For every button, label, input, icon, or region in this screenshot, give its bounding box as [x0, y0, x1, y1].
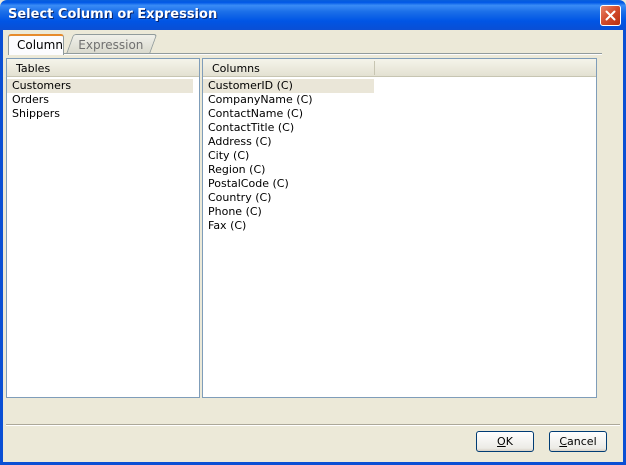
columns-header[interactable]: Columns [203, 59, 596, 77]
window-title: Select Column or Expression [8, 7, 218, 22]
window-frame [0, 30, 3, 465]
columns-header-label: Columns [212, 62, 260, 75]
column-list-item[interactable]: PostalCode (C) [203, 177, 596, 191]
cancel-button[interactable]: Cancel [549, 431, 607, 452]
close-button[interactable] [600, 5, 621, 26]
close-icon [605, 10, 616, 21]
column-list-item[interactable]: Fax (C) [203, 219, 596, 233]
footer-divider [6, 424, 620, 426]
tab-divider [8, 53, 602, 55]
column-list-item[interactable]: CustomerID (C) [203, 79, 374, 93]
tables-list-body: Customers Orders Shippers [7, 77, 199, 121]
ok-button-label: OK [497, 435, 513, 448]
ok-button[interactable]: OK [476, 431, 534, 452]
column-list-item[interactable]: Address (C) [203, 135, 596, 149]
column-list-item[interactable]: CompanyName (C) [203, 93, 596, 107]
tab-label: Column [17, 38, 63, 52]
tables-list[interactable]: Tables Customers Orders Shippers [6, 58, 200, 398]
header-separator[interactable] [374, 61, 375, 75]
tables-header[interactable]: Tables [7, 59, 199, 77]
table-list-item[interactable]: Shippers [7, 107, 199, 121]
columns-list[interactable]: Columns CustomerID (C) CompanyName (C) Con… [202, 58, 597, 398]
table-list-item[interactable]: Orders [7, 93, 199, 107]
column-list-item[interactable]: City (C) [203, 149, 596, 163]
table-list-item[interactable]: Customers [7, 79, 193, 93]
column-list-item[interactable]: ContactTitle (C) [203, 121, 596, 135]
cancel-button-label: Cancel [559, 435, 597, 448]
tab-label: Expression [78, 38, 144, 52]
title-bar[interactable]: Select Column or Expression [0, 0, 626, 30]
tables-header-label: Tables [16, 62, 51, 75]
tab-column[interactable]: Column [8, 34, 64, 55]
columns-list-body: CustomerID (C) CompanyName (C) ContactName… [203, 77, 596, 233]
column-list-item[interactable]: Region (C) [203, 163, 596, 177]
column-list-item[interactable]: Phone (C) [203, 205, 596, 219]
column-list-item[interactable]: Country (C) [203, 191, 596, 205]
column-list-item[interactable]: ContactName (C) [203, 107, 596, 121]
tab-expression[interactable]: Expression [66, 34, 158, 54]
